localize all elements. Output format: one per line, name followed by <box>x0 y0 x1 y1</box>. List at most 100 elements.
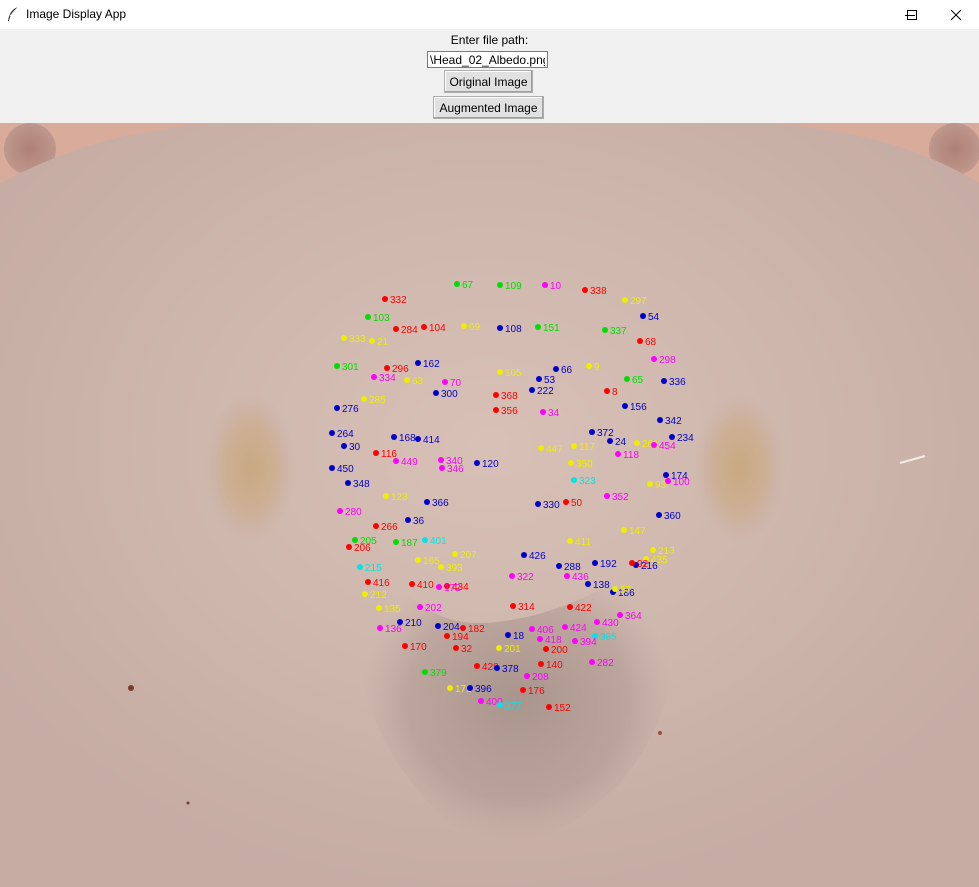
landmark-label: 21 <box>377 337 389 348</box>
landmark-point <box>452 551 458 557</box>
landmark-label: 18 <box>513 631 525 642</box>
landmark-label: 57 <box>620 585 632 596</box>
landmark-point <box>341 443 347 449</box>
landmark-label: 234 <box>677 433 694 444</box>
landmark-point <box>371 374 377 380</box>
landmark-label: 104 <box>429 323 446 334</box>
landmark-point <box>478 698 484 704</box>
landmark-label: 356 <box>501 406 518 417</box>
landmark-point <box>362 591 368 597</box>
landmark-point <box>453 645 459 651</box>
landmark-point <box>553 366 559 372</box>
landmark-label: 109 <box>505 281 522 292</box>
landmark-point <box>334 363 340 369</box>
landmark-point <box>493 407 499 413</box>
landmark-label: 378 <box>502 664 519 675</box>
landmark-label: 297 <box>630 296 647 307</box>
landmark-point <box>529 626 535 632</box>
landmark-point <box>661 378 667 384</box>
landmark-label: 346 <box>447 464 464 475</box>
landmark-point <box>369 338 375 344</box>
file-path-input[interactable] <box>427 51 548 68</box>
landmark-label: 210 <box>405 618 422 629</box>
close-icon <box>951 9 961 20</box>
landmark-label: 70 <box>450 378 462 389</box>
landmark-point <box>334 405 340 411</box>
landmark-point <box>329 430 335 436</box>
landmark-label: 372 <box>597 428 614 439</box>
landmark-label: 162 <box>423 359 440 370</box>
close-button[interactable] <box>933 0 979 29</box>
landmark-point <box>621 527 627 533</box>
landmark-point <box>535 324 541 330</box>
landmark-point <box>510 603 516 609</box>
landmark-point <box>345 480 351 486</box>
landmark-point <box>562 624 568 630</box>
landmark-label: 396 <box>475 684 492 695</box>
landmark-point <box>563 499 569 505</box>
landmark-label: 426 <box>529 551 546 562</box>
landmark-point <box>422 537 428 543</box>
maximize-button[interactable] <box>889 0 935 29</box>
landmark-label: 449 <box>401 457 418 468</box>
landmark-label: 176 <box>528 686 545 697</box>
landmark-point <box>442 379 448 385</box>
landmark-point <box>585 581 591 587</box>
landmark-label: 410 <box>417 580 434 591</box>
landmark-label: 152 <box>554 703 571 714</box>
landmark-label: 280 <box>345 507 362 518</box>
landmark-point <box>391 434 397 440</box>
landmark-point <box>622 297 628 303</box>
landmark-label: 202 <box>425 603 442 614</box>
landmark-point <box>361 396 367 402</box>
landmark-label: 330 <box>543 500 560 511</box>
landmark-point <box>415 436 421 442</box>
landmark-point <box>393 326 399 332</box>
file-path-label: Enter file path: <box>450 33 529 47</box>
landmark-point <box>629 560 635 566</box>
landmark-label: 92 <box>637 559 649 570</box>
landmark-point <box>651 442 657 448</box>
landmark-label: 364 <box>625 611 642 622</box>
landmark-point <box>589 429 595 435</box>
landmark-label: 63 <box>412 376 424 387</box>
landmark-label: 337 <box>610 326 627 337</box>
landmark-label: 67 <box>462 280 474 291</box>
landmark-label: 172 <box>444 583 461 594</box>
landmark-point <box>524 673 530 679</box>
landmark-label: 300 <box>441 389 458 400</box>
landmark-point <box>494 665 500 671</box>
landmark-point <box>474 663 480 669</box>
landmark-point <box>467 685 473 691</box>
landmark-label: 365 <box>600 632 617 643</box>
landmark-point <box>365 314 371 320</box>
landmark-label: 430 <box>602 618 619 629</box>
landmark-label: 123 <box>391 492 408 503</box>
landmark-label: 118 <box>623 450 639 461</box>
landmark-label: 200 <box>551 645 568 656</box>
landmark-label: 30 <box>349 442 361 453</box>
original-image-button[interactable]: Original Image <box>444 70 533 93</box>
landmark-point <box>493 392 499 398</box>
landmark-point <box>435 623 441 629</box>
landmark-label: 138 <box>593 580 610 591</box>
augmented-image-button[interactable]: Augmented Image <box>433 96 544 119</box>
landmark-point <box>474 460 480 466</box>
landmark-label: 322 <box>517 572 534 583</box>
landmark-point <box>571 477 577 483</box>
landmark-point <box>424 499 430 505</box>
landmark-point <box>647 481 653 487</box>
landmark-point <box>346 544 352 550</box>
landmark-label: 333 <box>349 334 366 345</box>
landmark-point <box>509 573 515 579</box>
landmark-label: 350 <box>576 459 593 470</box>
landmark-point <box>393 539 399 545</box>
control-panel: Enter file path: Original Image Augmente… <box>0 29 979 123</box>
landmark-point <box>520 687 526 693</box>
landmark-label: 32 <box>461 644 473 655</box>
landmark-label: 285 <box>369 395 386 406</box>
landmark-label: 334 <box>379 373 396 384</box>
landmark-label: 140 <box>546 660 563 671</box>
landmark-point <box>567 538 573 544</box>
landmark-label: 332 <box>390 295 407 306</box>
